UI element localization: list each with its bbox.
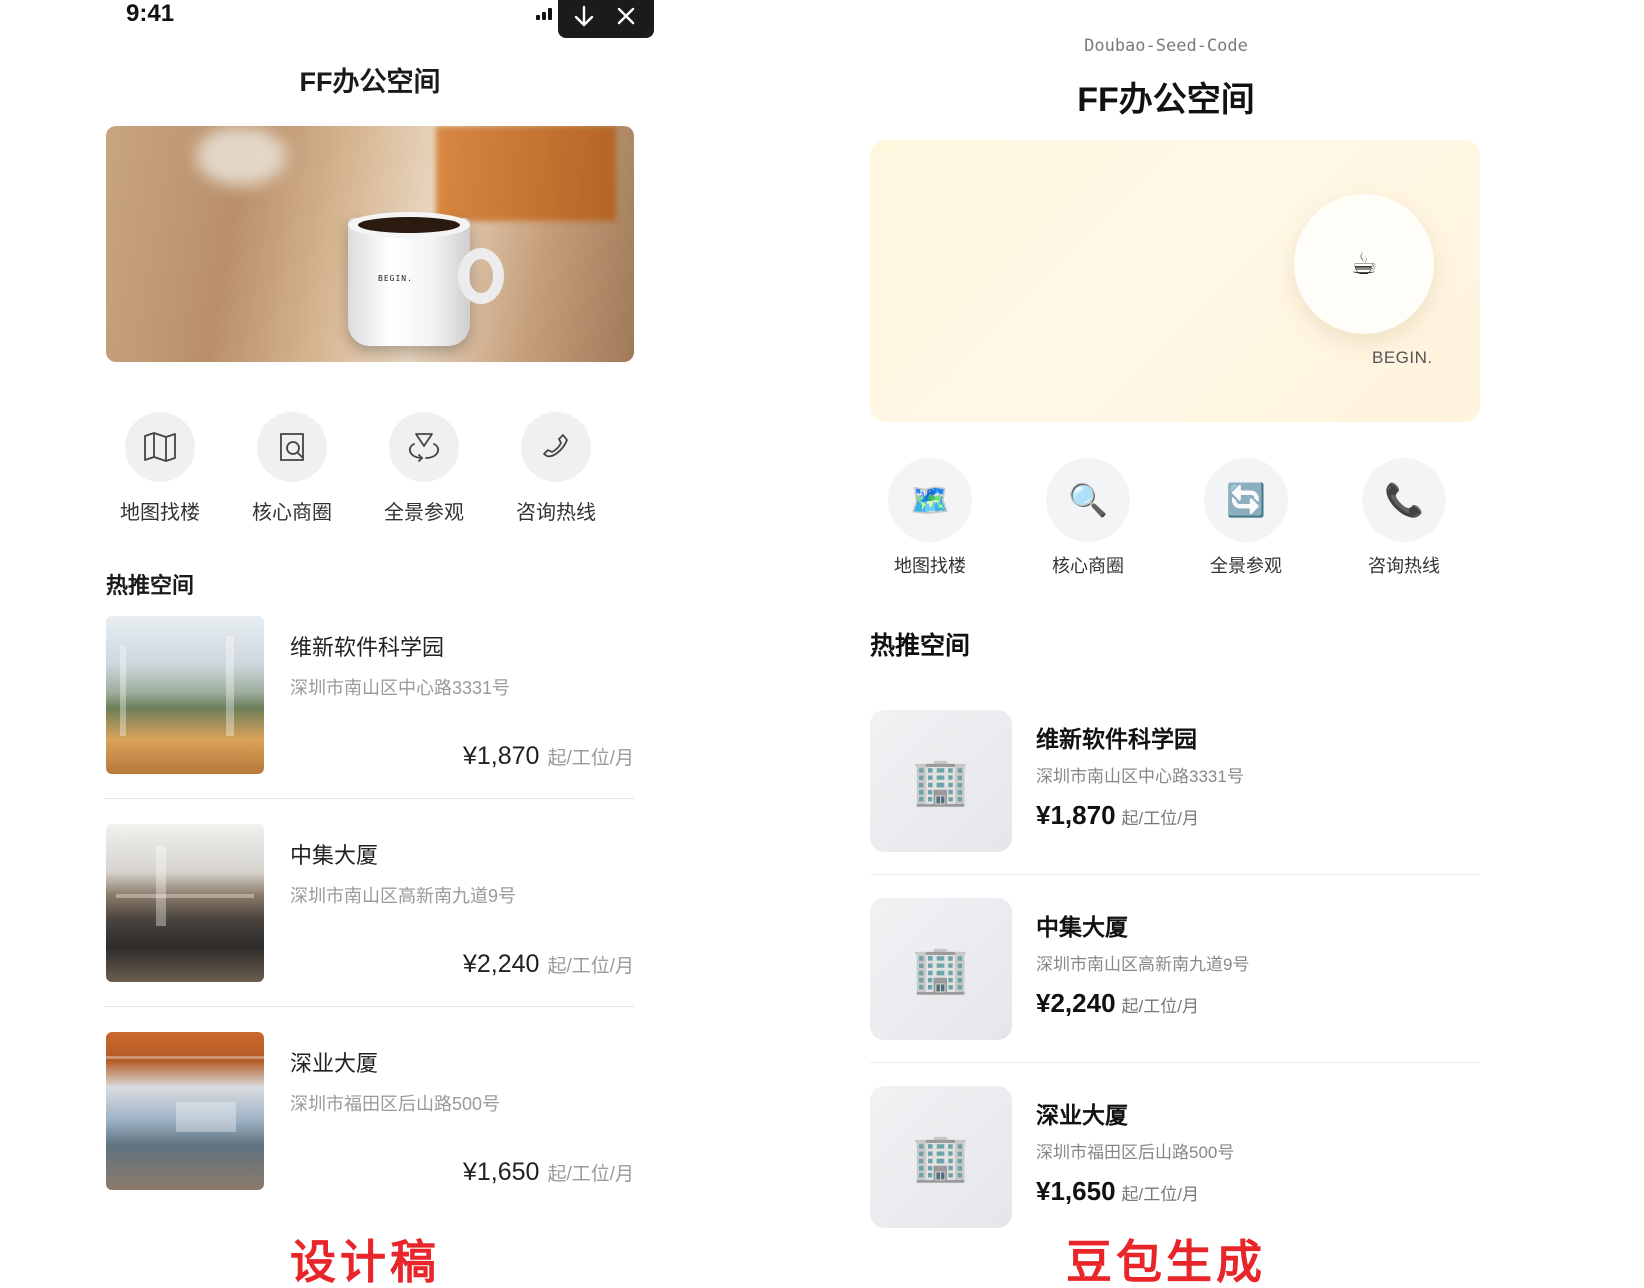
listing-price: ¥2,240 <box>1036 988 1116 1018</box>
building-icon: 🏢 <box>912 754 970 807</box>
divider <box>870 1062 1480 1063</box>
listing-address: 深圳市南山区中心路3331号 <box>290 678 511 698</box>
listing-item[interactable]: 深业大厦 深圳市福田区后山路500号 ¥1,650 起/工位/月 <box>106 1032 634 1192</box>
section-title: 热推空间 <box>106 573 195 598</box>
hero-text: BEGIN. <box>1372 348 1433 367</box>
quick-actions: 🗺️ 地图找楼 🔍 核心商圈 🔄 全景参观 📞 咨询热线 <box>870 458 1480 578</box>
quick-action-business[interactable]: 🔍 核心商圈 <box>1028 458 1148 578</box>
quick-actions: 地图找楼 核心商圈 全景参观 咨询热线 <box>106 412 634 525</box>
page-title: FF办公空间 <box>299 67 441 97</box>
building-icon: 🏢 <box>912 1130 970 1183</box>
overlay-toolbar <box>558 0 654 38</box>
listing-item[interactable]: 🏢 维新软件科学园 深圳市南山区中心路3331号 ¥1,870 起/工位/月 <box>870 710 1480 852</box>
map-icon <box>144 432 176 462</box>
quick-action-hotline[interactable]: 📞 咨询热线 <box>1344 458 1464 578</box>
listing-price: ¥1,870 <box>462 742 540 770</box>
quick-action-map[interactable]: 地图找楼 <box>100 412 220 525</box>
quick-action-panorama[interactable]: 🔄 全景参观 <box>1186 458 1306 578</box>
download-icon[interactable] <box>572 4 596 30</box>
quick-action-label: 地图找楼 <box>120 502 200 524</box>
building-icon: 🏢 <box>912 942 970 995</box>
listing-address: 深圳市福田区后山路500号 <box>1036 1143 1235 1162</box>
listing-price-unit: 起/工位/月 <box>1121 1185 1199 1204</box>
model-subtitle: Doubao-Seed-Code <box>1084 36 1248 56</box>
quick-action-business[interactable]: 核心商圈 <box>232 412 352 525</box>
design-caption: 设计稿 <box>290 1236 440 1288</box>
listing-price: ¥1,650 <box>462 1158 540 1186</box>
listing-price: ¥1,650 <box>1036 1176 1116 1206</box>
section-title: 热推空间 <box>870 632 971 660</box>
listing-address: 深圳市南山区高新南九道9号 <box>290 886 517 906</box>
listing-price-unit: 起/工位/月 <box>547 1164 634 1185</box>
signal-icon <box>536 8 554 20</box>
quick-action-panorama[interactable]: 全景参观 <box>364 412 484 525</box>
listing-price-unit: 起/工位/月 <box>547 748 634 769</box>
page-title: FF办公空间 <box>1077 81 1255 119</box>
listing-item[interactable]: 🏢 中集大厦 深圳市南山区高新南九道9号 ¥2,240 起/工位/月 <box>870 898 1480 1040</box>
status-time: 9:41 <box>126 0 175 27</box>
listing-address: 深圳市南山区高新南九道9号 <box>1036 955 1250 974</box>
listing-price: ¥1,870 <box>1036 800 1116 830</box>
hero-banner: ☕ BEGIN. <box>870 140 1480 422</box>
listing-name: 中集大厦 <box>290 843 379 868</box>
listing-price-unit: 起/工位/月 <box>1121 997 1199 1016</box>
quick-action-map[interactable]: 🗺️ 地图找楼 <box>870 458 990 578</box>
mug-text: BEGIN. <box>378 274 413 283</box>
listing-name: 深业大厦 <box>290 1051 379 1076</box>
design-mockup: 9:41 FF办公空间 BEGIN. 地图找楼 核心商圈 全景参观 咨询热线 热… <box>0 0 760 1288</box>
listing-name: 深业大厦 <box>1036 1102 1128 1128</box>
search-icon: 🔍 <box>1068 482 1108 518</box>
panorama-icon <box>408 433 440 462</box>
phone-icon <box>543 434 568 458</box>
listing-name: 中集大厦 <box>1036 914 1128 940</box>
listing-thumbnail: 🏢 <box>870 898 1012 1040</box>
quick-action-label: 地图找楼 <box>894 556 966 576</box>
generated-mockup: Doubao-Seed-Code FF办公空间 ☕ BEGIN. 🗺️ 地图找楼… <box>860 0 1644 1288</box>
listing-thumbnail <box>106 824 264 982</box>
listing-thumbnail <box>106 616 264 774</box>
listing-price-unit: 起/工位/月 <box>547 956 634 977</box>
hero-banner-image: BEGIN. <box>106 126 634 362</box>
quick-action-label: 核心商圈 <box>252 502 332 524</box>
listing-thumbnail: 🏢 <box>870 710 1012 852</box>
listing-address: 深圳市福田区后山路500号 <box>290 1094 501 1114</box>
search-doc-icon <box>280 433 304 461</box>
quick-action-label: 核心商圈 <box>1052 556 1124 576</box>
map-icon: 🗺️ <box>910 482 950 518</box>
divider <box>870 874 1480 875</box>
phone-icon: 📞 <box>1384 482 1424 518</box>
quick-action-label: 咨询热线 <box>516 502 596 524</box>
quick-action-label: 全景参观 <box>1210 556 1282 576</box>
listing-thumbnail: 🏢 <box>870 1086 1012 1228</box>
listing-item[interactable]: 中集大厦 深圳市南山区高新南九道9号 ¥2,240 起/工位/月 <box>106 824 634 984</box>
divider <box>104 798 634 799</box>
quick-action-label: 咨询热线 <box>1368 556 1440 576</box>
listing-item[interactable]: 🏢 深业大厦 深圳市福田区后山路500号 ¥1,650 起/工位/月 <box>870 1086 1480 1228</box>
listing-price-unit: 起/工位/月 <box>1121 809 1199 828</box>
listing-price: ¥2,240 <box>462 950 540 978</box>
listing-name: 维新软件科学园 <box>1036 726 1197 752</box>
close-icon[interactable] <box>614 4 638 30</box>
divider <box>104 1006 634 1007</box>
coffee-icon: ☕ <box>1294 194 1434 334</box>
listing-thumbnail <box>106 1032 264 1190</box>
listing-name: 维新软件科学园 <box>290 635 445 660</box>
refresh-icon: 🔄 <box>1226 482 1266 518</box>
quick-action-label: 全景参观 <box>384 502 464 524</box>
generated-caption: 豆包生成 <box>1066 1236 1266 1288</box>
listing-address: 深圳市南山区中心路3331号 <box>1036 767 1244 786</box>
quick-action-hotline[interactable]: 咨询热线 <box>496 412 616 525</box>
listing-item[interactable]: 维新软件科学园 深圳市南山区中心路3331号 ¥1,870 起/工位/月 <box>106 616 634 776</box>
